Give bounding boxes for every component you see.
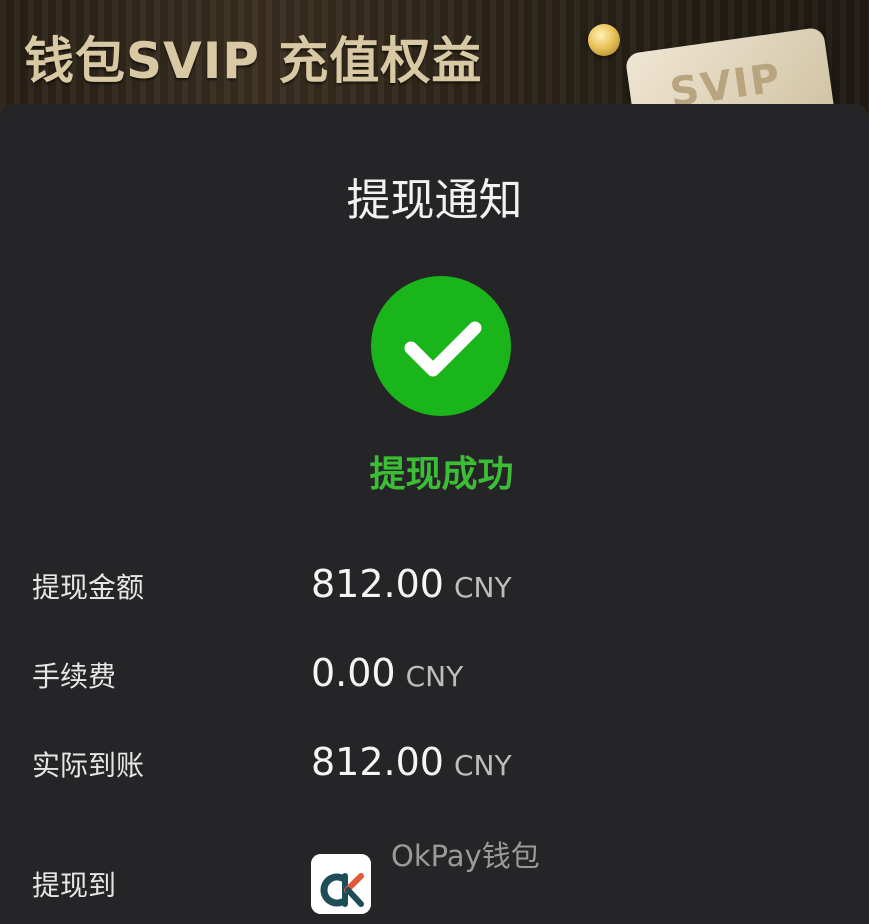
destination-label: 提现到 — [32, 869, 117, 902]
actual-received-currency: CNY — [453, 749, 512, 782]
svip-banner[interactable]: 钱包SVIP 充值权益 SVIP — [0, 0, 869, 120]
fee-currency: CNY — [405, 660, 464, 693]
withdraw-amount-label: 提现金额 — [32, 571, 145, 604]
withdraw-amount-number: 812.00 — [311, 562, 444, 606]
actual-received-value: 812.00 CNY — [311, 734, 512, 790]
actual-received-row: 实际到账 812.00 CNY — [0, 734, 869, 794]
withdraw-amount-row: 提现金额 812.00 CNY — [0, 556, 869, 616]
okpay-logo-icon — [311, 854, 371, 914]
withdraw-amount-currency: CNY — [453, 571, 512, 604]
destination-wallet-name: OkPay钱包 — [391, 839, 540, 873]
fee-label: 手续费 — [32, 660, 117, 693]
fee-value: 0.00 CNY — [311, 645, 463, 701]
withdraw-amount-value: 812.00 CNY — [311, 556, 512, 612]
okpay-logo-graphic — [311, 854, 371, 914]
withdrawal-notification-sheet: 提现通知 提现成功 提现金额 812.00 CNY 手续费 0.00 CNY 实际到… — [0, 104, 869, 924]
coin-icon — [588, 24, 620, 56]
sheet-title: 提现通知 — [346, 175, 523, 226]
actual-received-number: 812.00 — [311, 740, 444, 784]
checkmark-circle-icon — [371, 276, 511, 416]
actual-received-label: 实际到账 — [32, 749, 145, 782]
fee-row: 手续费 0.00 CNY — [0, 645, 869, 705]
fee-number: 0.00 — [311, 651, 396, 695]
banner-title: 钱包SVIP 充值权益 — [24, 32, 483, 90]
status-success-text: 提现成功 — [369, 454, 514, 495]
checkmark-icon — [404, 321, 482, 377]
